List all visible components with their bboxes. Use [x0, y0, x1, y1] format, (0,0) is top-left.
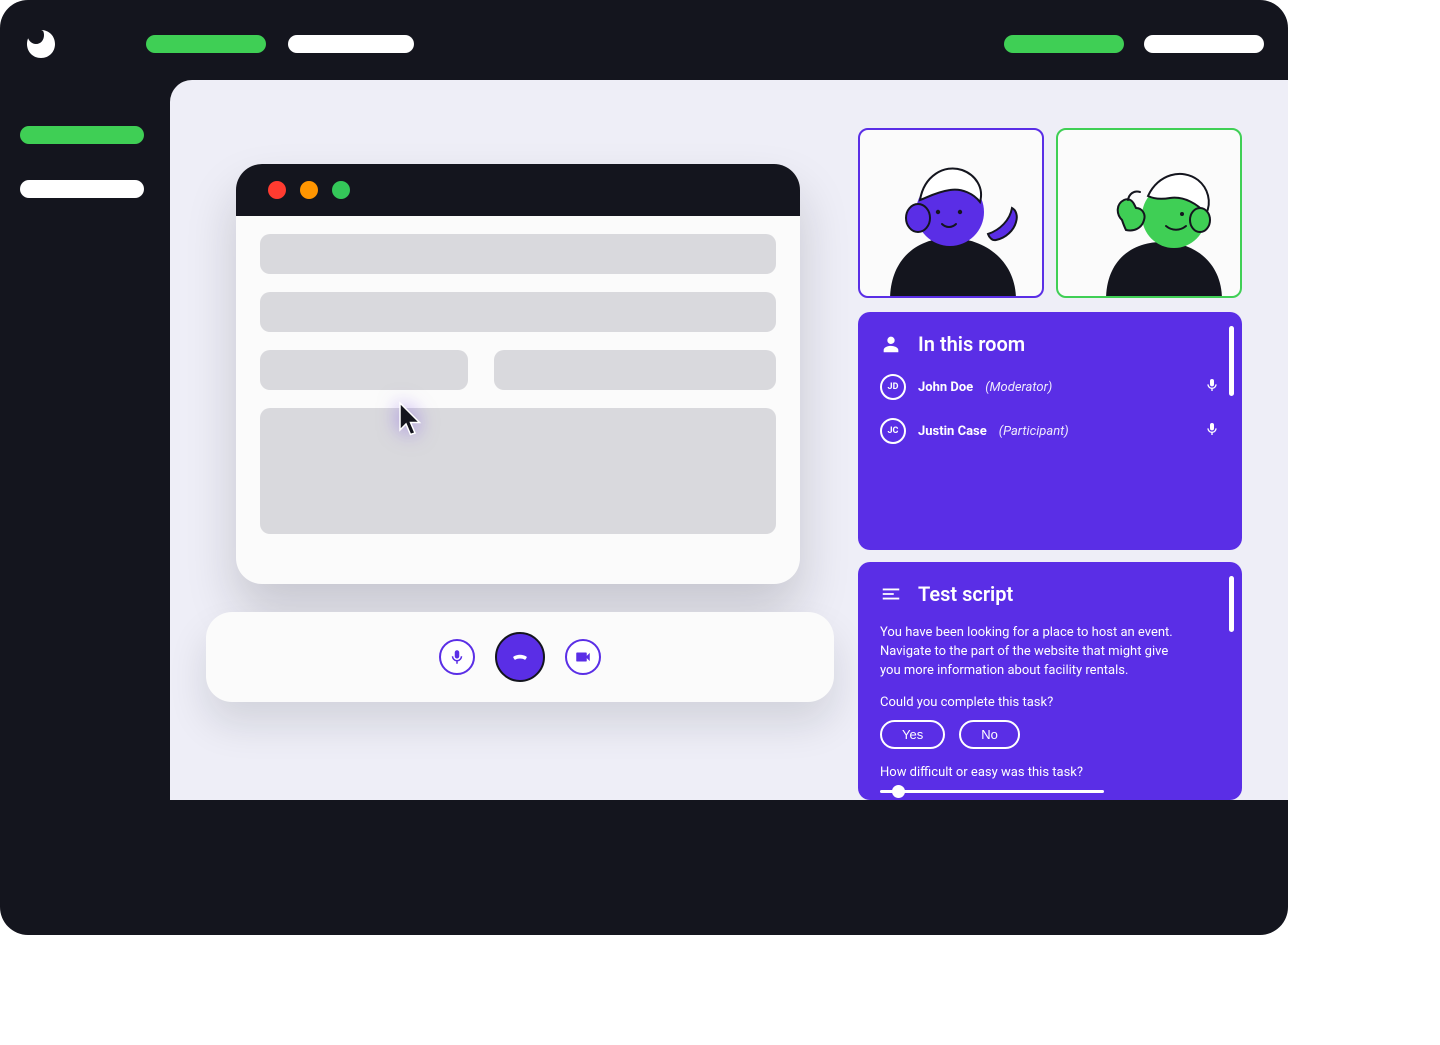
script-panel: Test script You have been looking for a … [858, 562, 1242, 800]
script-body-text: You have been looking for a place to hos… [880, 624, 1180, 681]
script-panel-title: Test script [918, 582, 1013, 606]
avatar: JC [880, 418, 906, 444]
member-mic-button[interactable] [1204, 421, 1220, 441]
top-bar [0, 22, 1288, 66]
call-controls [206, 612, 834, 702]
room-member: JD John Doe (Moderator) [880, 374, 1220, 400]
member-role: (Participant) [999, 424, 1069, 439]
action-pill-secondary[interactable] [1144, 35, 1264, 53]
content-placeholder [260, 350, 468, 390]
person-icon [880, 333, 902, 355]
member-name: John Doe [918, 380, 973, 395]
workspace: In this room JD John Doe (Moderator) JC … [170, 80, 1288, 800]
member-role: (Moderator) [985, 380, 1052, 395]
hang-up-button[interactable] [495, 632, 545, 682]
cursor-icon [394, 400, 430, 436]
video-tile-participant[interactable] [1056, 128, 1242, 298]
video-camera-icon [574, 648, 592, 666]
room-panel: In this room JD John Doe (Moderator) JC … [858, 312, 1242, 550]
nav-pill[interactable] [288, 35, 414, 53]
content-placeholder [260, 408, 776, 534]
window-close-icon[interactable] [268, 181, 286, 199]
microphone-icon [1204, 377, 1220, 393]
camera-button[interactable] [565, 639, 601, 675]
content-placeholder [494, 350, 776, 390]
room-member: JC Justin Case (Participant) [880, 418, 1220, 444]
member-mic-button[interactable] [1204, 377, 1220, 397]
app-frame: In this room JD John Doe (Moderator) JC … [0, 0, 1288, 935]
avatar: JD [880, 374, 906, 400]
window-zoom-icon[interactable] [332, 181, 350, 199]
answer-no-button[interactable]: No [959, 720, 1020, 749]
video-tile-moderator[interactable] [858, 128, 1044, 298]
script-question-2: How difficult or easy was this task? [880, 765, 1220, 780]
sidebar [20, 126, 144, 198]
window-minimize-icon[interactable] [300, 181, 318, 199]
notes-icon [880, 583, 902, 605]
script-panel-header: Test script [880, 582, 1220, 606]
answer-yes-button[interactable]: Yes [880, 720, 945, 749]
scroll-indicator[interactable] [1229, 326, 1234, 396]
content-placeholder [260, 234, 776, 274]
script-question-1: Could you complete this task? [880, 695, 1220, 710]
scroll-indicator[interactable] [1229, 576, 1234, 632]
sidebar-item[interactable] [20, 180, 144, 198]
answer-row: Yes No [880, 720, 1220, 749]
shared-browser-window [236, 164, 800, 584]
logo-icon [24, 27, 58, 61]
video-tiles [858, 128, 1242, 298]
slider-thumb[interactable] [892, 785, 905, 798]
content-placeholder [260, 292, 776, 332]
microphone-icon [1204, 421, 1220, 437]
room-panel-header: In this room [880, 332, 1220, 356]
mute-button[interactable] [439, 639, 475, 675]
browser-body [236, 216, 800, 558]
difficulty-slider[interactable] [880, 790, 1104, 793]
room-panel-title: In this room [918, 332, 1025, 356]
phone-hangup-icon [511, 648, 529, 666]
member-name: Justin Case [918, 424, 987, 439]
nav-pill-active[interactable] [146, 35, 266, 53]
browser-titlebar [236, 164, 800, 216]
sidebar-item-active[interactable] [20, 126, 144, 144]
action-pill-primary[interactable] [1004, 35, 1124, 53]
microphone-icon [448, 648, 466, 666]
